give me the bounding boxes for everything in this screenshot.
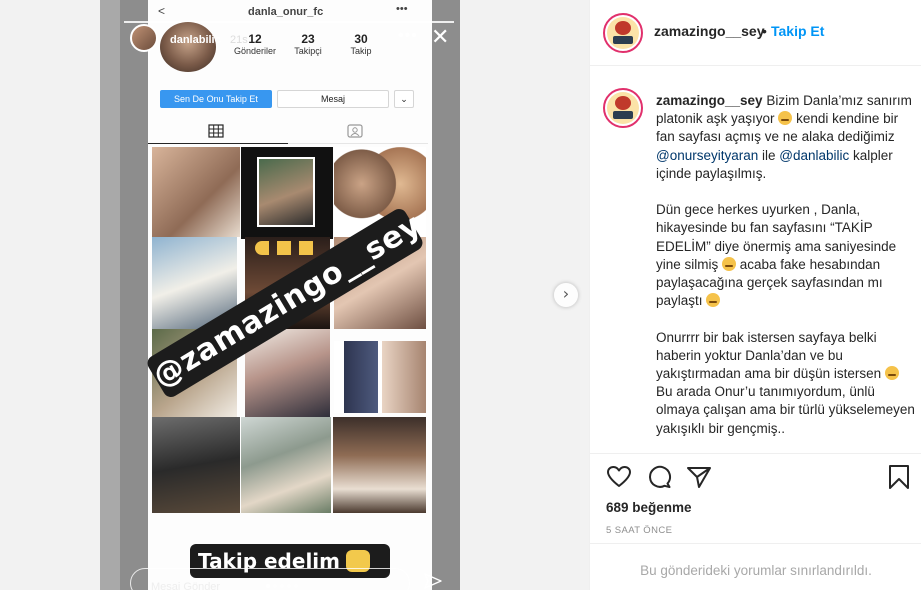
close-icon[interactable]: ✕ xyxy=(431,26,449,48)
caption-segment: Onurrrr bir bak istersen sayfaya belki h… xyxy=(656,329,882,382)
post-sidebar: zamazingo__sey • Takip Et zamazingo__sey… xyxy=(589,0,921,590)
story-message-button: Mesaj xyxy=(277,90,389,108)
share-icon[interactable] xyxy=(686,464,712,490)
story-photo-collage xyxy=(149,145,427,517)
separator-dot: • xyxy=(762,23,767,39)
collage-photo xyxy=(333,417,426,513)
story-progress-bar xyxy=(124,21,454,23)
grid-icon xyxy=(208,124,224,138)
stat-label: Takipçi xyxy=(294,46,322,56)
story-profile-tabs xyxy=(148,120,428,144)
follow-button[interactable]: Takip Et xyxy=(771,23,824,39)
next-arrow-icon[interactable]: › xyxy=(554,283,578,307)
post-header: zamazingo__sey • Takip Et xyxy=(590,0,921,66)
stat-value: 30 xyxy=(354,32,368,46)
post-caption: zamazingo__sey Bizim Danla’mız sanırım p… xyxy=(590,67,921,453)
more-icon: ••• xyxy=(396,3,408,15)
collage-photo xyxy=(152,417,240,513)
caption-mention[interactable]: @onurseyityaran xyxy=(656,148,758,163)
story-stat-posts: 12 Gönderiler xyxy=(227,32,283,56)
back-icon: < xyxy=(158,4,166,18)
collage-photo xyxy=(334,341,426,413)
caption-avatar[interactable] xyxy=(603,88,643,128)
tagged-icon xyxy=(347,124,363,138)
send-icon xyxy=(424,573,442,589)
heart-icon[interactable] xyxy=(606,464,632,490)
chevron-down-icon: ⌄ xyxy=(394,90,414,108)
emoji-icon xyxy=(706,293,721,308)
stat-value: 12 xyxy=(248,32,262,46)
avatar[interactable] xyxy=(603,13,643,53)
post-username[interactable]: zamazingo__sey xyxy=(654,23,765,39)
emoji-icon xyxy=(722,256,737,271)
story-profile-username: danla_onur_fc xyxy=(248,6,324,18)
avatar-image xyxy=(607,92,639,124)
post-media[interactable]: < danla_onur_fc ••• danlabilic 21s 12 Gö… xyxy=(0,0,589,590)
emoji-icon xyxy=(884,366,899,381)
avatar-image xyxy=(607,17,639,49)
collage-photo xyxy=(152,147,240,237)
story-follow-button: Sen De Onu Takip Et xyxy=(160,90,272,108)
emoji-icon xyxy=(778,111,793,126)
stat-label: Gönderiler xyxy=(233,46,277,56)
story-profile-picture xyxy=(160,22,216,72)
comments-restricted-notice: Bu gönderideki yorumlar sınırlandırıldı. xyxy=(590,543,921,590)
post-actions: 689 beğenme 5 SAAT ÖNCE xyxy=(590,453,921,543)
stat-value: 23 xyxy=(301,32,315,46)
collage-photo xyxy=(241,147,333,239)
story-more-icon[interactable]: ••• xyxy=(398,27,418,45)
comment-icon[interactable] xyxy=(646,464,672,490)
caption-text: zamazingo__sey Bizim Danla’mız sanırım p… xyxy=(656,92,918,438)
post-timestamp[interactable]: 5 SAAT ÖNCE xyxy=(606,525,672,536)
story-topbar: < danla_onur_fc ••• xyxy=(120,3,408,20)
stat-label: Takip xyxy=(350,46,372,56)
story-stat-followers: 23 Takipçi xyxy=(280,32,336,56)
carousel-dots xyxy=(266,575,316,588)
caption-username[interactable]: zamazingo__sey xyxy=(656,93,763,108)
active-tab-indicator xyxy=(148,143,288,144)
story-author-name: danlabilic xyxy=(170,34,221,46)
story-author-avatar xyxy=(130,24,158,52)
bookmark-icon[interactable] xyxy=(886,464,912,490)
caption-segment: kalpler içinde paylaşılmış. Dün gece her… xyxy=(656,147,897,272)
collage-photo xyxy=(241,417,331,513)
caption-segment: ile xyxy=(758,147,780,163)
likes-count[interactable]: 689 beğenme xyxy=(606,500,692,515)
story-stat-following: 30 Takip xyxy=(333,32,389,56)
caption-mention[interactable]: @danlabilic xyxy=(779,148,849,163)
restricted-text: Bu gönderideki yorumlar sınırlandırıldı. xyxy=(640,563,872,578)
